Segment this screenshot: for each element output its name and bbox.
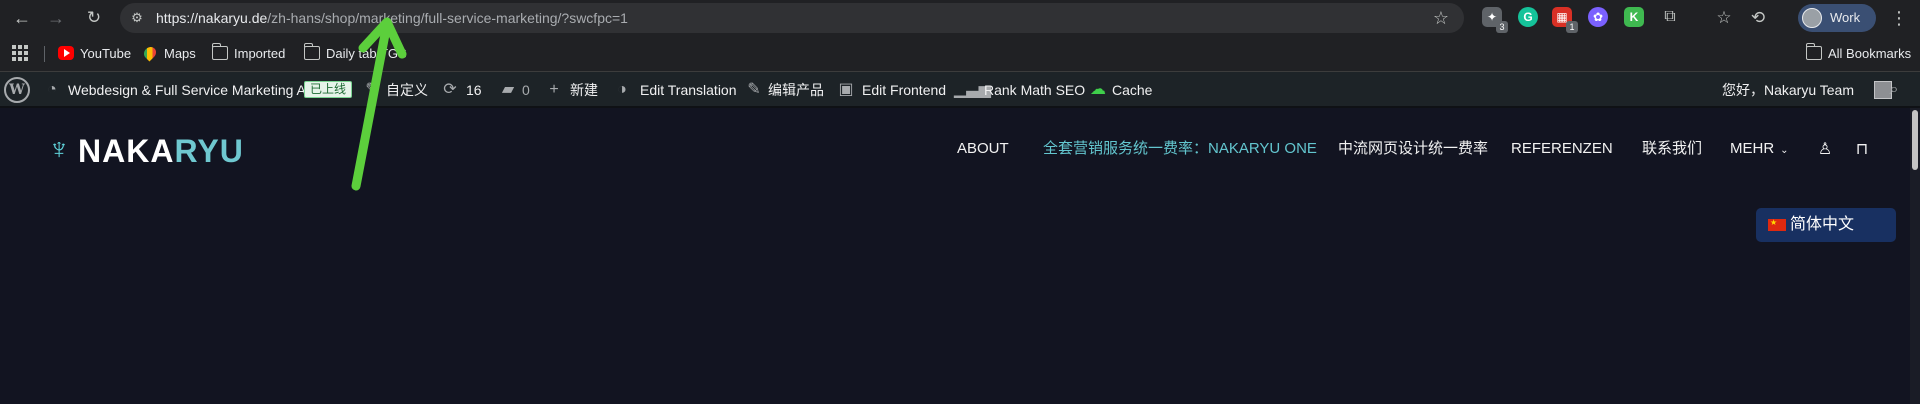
- admin-edit-translation[interactable]: ◑ Edit Translation: [612, 72, 736, 108]
- brush-icon: ✎: [365, 81, 379, 98]
- profile-button[interactable]: Work: [1798, 4, 1876, 32]
- bookmarks-divider: [44, 46, 45, 62]
- history-icon[interactable]: ⟲: [1746, 6, 1770, 30]
- admin-edit-frontend[interactable]: ▣ Edit Frontend: [836, 72, 946, 108]
- site-logo[interactable]: ♆ NAKARYU: [40, 130, 243, 170]
- dashboard-icon: ◔: [47, 81, 57, 98]
- extension-icon-1[interactable]: ✦ 3: [1482, 7, 1508, 33]
- admin-updates[interactable]: ⟳ 16: [440, 72, 490, 108]
- admin-comments[interactable]: ▰ 0: [498, 72, 538, 108]
- updates-count: 16: [466, 82, 482, 98]
- bookmarks-bar: YouTube Maps Imported Daily tab TGS All …: [0, 36, 1920, 72]
- all-bookmarks-folder[interactable]: All Bookmarks: [1806, 43, 1916, 63]
- extension-badge: 1: [1566, 21, 1578, 33]
- bookmark-label: YouTube: [80, 46, 132, 61]
- extension-icon-3[interactable]: ▦ 1: [1552, 7, 1578, 33]
- nav-contact[interactable]: 联系我们: [1642, 138, 1702, 162]
- edit-translation-label: Edit Translation: [640, 82, 737, 98]
- rank-math-label: Rank Math SEO: [984, 82, 1086, 98]
- nav-mehr[interactable]: MEHR ⌄: [1730, 138, 1789, 162]
- nav-about[interactable]: ABOUT: [957, 138, 1009, 162]
- profile-label: Work: [1830, 10, 1861, 25]
- search-icon: ⌕: [1889, 81, 1899, 98]
- forward-icon[interactable]: →: [44, 6, 68, 30]
- bookmark-folder-daily[interactable]: Daily tab TGS: [304, 43, 444, 63]
- cache-label: Cache: [1112, 82, 1153, 98]
- avatar: [1802, 8, 1822, 28]
- nav-referenzen[interactable]: REFERENZEN: [1511, 138, 1613, 162]
- dragon-logo-icon: ♆: [47, 133, 71, 166]
- language-label: 简体中文: [1790, 216, 1855, 233]
- frontend-editor-icon: ▣: [838, 81, 854, 98]
- pencil-icon: ✎: [747, 81, 761, 98]
- cloud-icon: ☁: [1090, 81, 1106, 98]
- translation-icon: ◑: [617, 81, 627, 98]
- scrollbar-thumb[interactable]: [1912, 110, 1918, 170]
- folder-icon: [304, 43, 320, 60]
- url-host: https://nakaryu.de: [156, 10, 268, 26]
- maps-pin-icon: [141, 44, 159, 62]
- bookmark-star-icon[interactable]: ☆: [1430, 7, 1452, 29]
- apps-grid-icon[interactable]: [12, 45, 28, 61]
- bookmark-label: Imported: [234, 46, 286, 61]
- admin-new-content[interactable]: + 新建: [544, 72, 604, 108]
- back-icon[interactable]: ←: [10, 6, 34, 30]
- nav-webdesign-flatrate[interactable]: 中流网页设计统一费率: [1338, 138, 1488, 162]
- shopping-bag-icon[interactable]: ⊓: [1852, 140, 1872, 160]
- nav-mehr-label: MEHR: [1730, 140, 1775, 157]
- chevron-down-icon: ⌄: [1780, 145, 1789, 156]
- wordpress-icon: W: [4, 77, 30, 103]
- rank-math-icon: ▁▃▅: [954, 81, 991, 98]
- extension-icon-4[interactable]: ✿: [1588, 7, 1608, 27]
- admin-cache[interactable]: ☁ Cache: [1088, 72, 1158, 108]
- folder-icon: [1806, 43, 1822, 60]
- bookmark-label: Maps: [164, 46, 196, 61]
- page-scrollbar[interactable]: [1910, 108, 1920, 404]
- menu-dots-icon[interactable]: ⋮: [1890, 6, 1908, 30]
- admin-search[interactable]: ⌕: [1884, 72, 1906, 108]
- edit-product-label: 编辑产品: [768, 82, 824, 98]
- address-bar[interactable]: ⚙ https://nakaryu.de/zh-hans/shop/market…: [120, 3, 1464, 33]
- bookmark-maps[interactable]: Maps: [141, 44, 222, 63]
- customize-label: 自定义: [386, 82, 428, 98]
- admin-edit-product[interactable]: ✎ 编辑产品: [744, 72, 834, 108]
- greeting-label: 您好，Nakaryu Team: [1722, 82, 1855, 98]
- site-header: ♆ NAKARYU ABOUT 全套营销服务统一费率：NAKARYU ONE 中…: [0, 108, 1910, 404]
- admin-my-account[interactable]: 您好，Nakaryu Team: [1722, 72, 1894, 108]
- live-status-badge: 已上线: [304, 81, 353, 98]
- extension-badge: 3: [1496, 21, 1508, 33]
- comment-icon: ▰: [501, 81, 515, 98]
- bookmark-label: Daily tab TGS: [326, 46, 407, 61]
- plus-icon: +: [549, 81, 559, 98]
- wp-admin-bar: W ◔ Webdesign & Full Service Marketing A…: [0, 72, 1920, 108]
- extension-icon-5[interactable]: K: [1624, 7, 1644, 27]
- reload-icon[interactable]: ↻: [82, 6, 106, 30]
- url-text[interactable]: https://nakaryu.de/zh-hans/shop/marketin…: [156, 10, 628, 26]
- wordpress-logo[interactable]: W: [4, 72, 34, 108]
- extensions-puzzle-icon[interactable]: ⧉: [1660, 7, 1680, 27]
- bookmark-youtube[interactable]: YouTube: [58, 45, 148, 63]
- logo-wordmark: NAKARYU: [78, 133, 244, 169]
- admin-rank-math[interactable]: ▁▃▅ Rank Math SEO: [954, 72, 1086, 108]
- youtube-icon: [58, 46, 74, 60]
- china-flag-icon: [1768, 217, 1786, 231]
- browser-toolbar: ← → ↻ ⚙ https://nakaryu.de/zh-hans/shop/…: [0, 0, 1920, 36]
- edit-frontend-label: Edit Frontend: [862, 82, 947, 98]
- grammarly-icon[interactable]: G: [1518, 7, 1538, 27]
- all-bookmarks-label: All Bookmarks: [1828, 46, 1912, 61]
- new-label: 新建: [570, 82, 598, 98]
- comments-count: 0: [522, 82, 530, 98]
- site-info-icon[interactable]: ⚙: [128, 9, 146, 27]
- reading-list-icon[interactable]: ☆: [1712, 6, 1736, 30]
- nav-nakaryu-one[interactable]: 全套营销服务统一费率：NAKARYU ONE: [1043, 138, 1317, 162]
- folder-icon: [212, 43, 228, 60]
- admin-customize[interactable]: ✎ 自定义: [362, 72, 432, 108]
- url-path: /zh-hans/shop/marketing/full-service-mar…: [267, 10, 628, 26]
- site-name-label: Webdesign & Full Service Marketing A...: [68, 82, 318, 98]
- language-switcher[interactable]: 简体中文: [1756, 208, 1896, 242]
- user-account-icon[interactable]: ♙: [1815, 140, 1835, 160]
- updates-icon: ⟳: [443, 81, 457, 98]
